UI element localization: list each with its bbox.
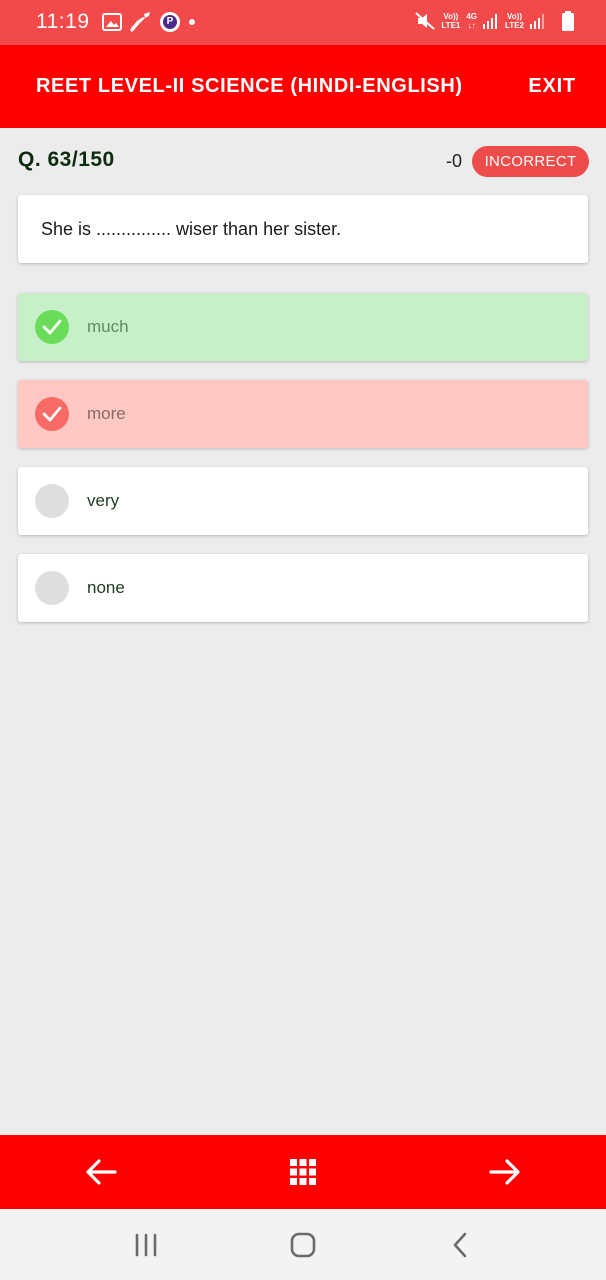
option-label: more bbox=[87, 404, 126, 423]
exit-button[interactable]: EXIT bbox=[528, 75, 576, 98]
recent-apps-icon[interactable] bbox=[128, 1227, 164, 1263]
page-title: REET LEVEL-II SCIENCE (HINDI-ENGLISH) bbox=[36, 75, 463, 97]
status-icons-right: Vo)) LTE1 4G ↓↑ Vo)) LTE2 bbox=[415, 11, 574, 31]
option-very[interactable]: very bbox=[18, 467, 588, 535]
option-much[interactable]: much bbox=[18, 293, 588, 361]
option-label: none bbox=[87, 578, 125, 597]
radio-icon bbox=[35, 571, 69, 605]
sim1-label: Vo)) LTE1 bbox=[441, 12, 461, 30]
option-more[interactable]: more bbox=[18, 380, 588, 448]
arrow-right-icon[interactable] bbox=[485, 1152, 525, 1192]
mute-icon bbox=[415, 12, 436, 30]
question-text: She is ............... wiser than her si… bbox=[41, 219, 342, 239]
signal-icon bbox=[483, 13, 499, 29]
score-value: -0 bbox=[446, 151, 463, 171]
sim2-label: Vo)) LTE2 bbox=[505, 12, 524, 30]
battery-icon bbox=[562, 11, 574, 31]
question-number: Q. 63/150 bbox=[18, 148, 115, 171]
grid-icon[interactable] bbox=[283, 1152, 323, 1192]
status-time: 11:19 bbox=[36, 10, 90, 33]
option-label: much bbox=[87, 317, 129, 336]
sim1-type: 4G ↓↑ bbox=[466, 12, 478, 30]
bottom-nav bbox=[0, 1135, 606, 1209]
dot-icon bbox=[188, 19, 196, 25]
image-icon bbox=[102, 13, 122, 31]
broom-icon bbox=[130, 12, 152, 32]
home-icon[interactable] bbox=[285, 1227, 321, 1263]
question-card: She is ............... wiser than her si… bbox=[18, 195, 588, 263]
signal-2-icon bbox=[530, 13, 546, 29]
app-header: REET LEVEL-II SCIENCE (HINDI-ENGLISH) EX… bbox=[0, 45, 606, 128]
option-label: very bbox=[87, 491, 120, 510]
status-badge: INCORRECT bbox=[472, 146, 589, 177]
status-icons-left: P bbox=[102, 12, 196, 32]
arrow-left-icon[interactable] bbox=[81, 1152, 121, 1192]
back-icon[interactable] bbox=[443, 1227, 479, 1263]
check-icon bbox=[35, 397, 69, 431]
option-none[interactable]: none bbox=[18, 554, 588, 622]
p-app-icon: P bbox=[160, 12, 180, 32]
p-app-letter: P bbox=[163, 15, 177, 29]
system-nav bbox=[0, 1209, 606, 1280]
status-bar: 11:19 P Vo)) LTE1 4G ↓↑ Vo)) LTE2 bbox=[0, 0, 606, 45]
check-icon bbox=[35, 310, 69, 344]
radio-icon bbox=[35, 484, 69, 518]
